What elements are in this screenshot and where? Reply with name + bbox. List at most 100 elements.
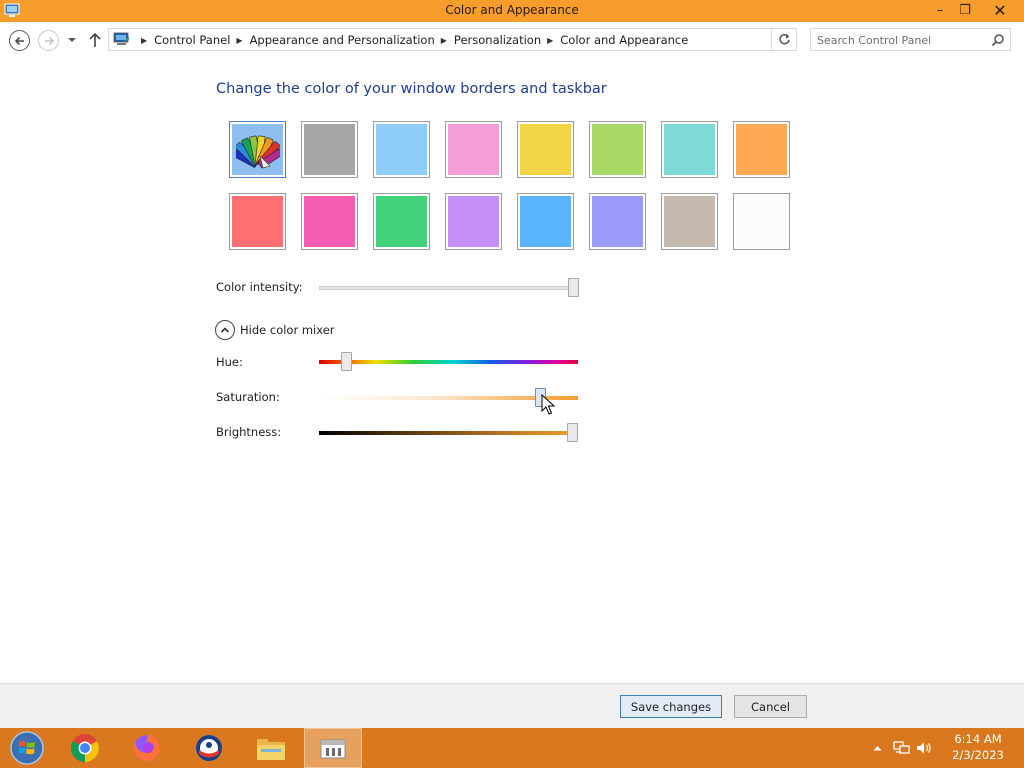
- color-swatch-fill: [448, 124, 499, 175]
- color-swatch-fill: [736, 124, 787, 175]
- hide-color-mixer-button[interactable]: Hide color mixer: [215, 320, 335, 340]
- saturation-label: Saturation:: [216, 390, 280, 404]
- color-swatch-fill: [232, 196, 283, 247]
- control-panel-icon: [113, 32, 129, 45]
- color-swatch-fill: [592, 124, 643, 175]
- color-swatch-periwinkle[interactable]: [589, 193, 646, 250]
- color-intensity-slider-thumb[interactable]: [568, 278, 579, 297]
- control-panel-icon: [320, 739, 346, 759]
- show-hidden-icons-button[interactable]: [870, 728, 884, 768]
- search-input[interactable]: [817, 32, 987, 48]
- refresh-icon: [778, 33, 790, 45]
- color-swatch-orange[interactable]: [733, 121, 790, 178]
- file-explorer-taskbar-button[interactable]: [242, 728, 300, 768]
- color-swatch-sky-blue[interactable]: [373, 121, 430, 178]
- clock-time: 6:14 AM: [954, 732, 1002, 746]
- back-arrow-icon: [14, 36, 24, 45]
- outlook-taskbar-button[interactable]: [180, 728, 238, 768]
- color-intensity-slider[interactable]: [319, 278, 579, 297]
- forward-button[interactable]: [38, 30, 59, 51]
- brightness-label: Brightness:: [216, 425, 282, 439]
- chrome-taskbar-button[interactable]: [56, 728, 114, 768]
- breadcrumb-separator-icon[interactable]: ▶: [236, 36, 242, 45]
- network-icon: [892, 741, 910, 754]
- color-swatch-fill: [520, 196, 571, 247]
- brightness-slider-thumb[interactable]: [567, 423, 578, 442]
- color-swatch-green[interactable]: [373, 193, 430, 250]
- cancel-button[interactable]: Cancel: [734, 695, 807, 718]
- network-tray-button[interactable]: [891, 728, 911, 768]
- color-swatch-fill: [664, 196, 715, 247]
- recent-locations-button[interactable]: [64, 32, 80, 48]
- breadcrumb-personalization[interactable]: Personalization: [454, 33, 541, 47]
- color-swatch-fill: [376, 196, 427, 247]
- breadcrumb: ▶ Control Panel ▶ Appearance and Persona…: [135, 32, 688, 48]
- color-swatch-fill: [592, 196, 643, 247]
- color-swatch-pink[interactable]: [445, 121, 502, 178]
- volume-icon: [917, 742, 931, 754]
- color-swatch-fill: [664, 124, 715, 175]
- chevron-down-icon: [68, 38, 76, 42]
- color-swatch-lime[interactable]: [589, 121, 646, 178]
- color-swatch-fill: [448, 196, 499, 247]
- breadcrumb-control-panel[interactable]: Control Panel: [154, 33, 230, 47]
- color-swatch-magenta[interactable]: [301, 193, 358, 250]
- color-swatch-yellow[interactable]: [517, 121, 574, 178]
- refresh-button[interactable]: [772, 28, 797, 51]
- outlook-icon: [196, 735, 222, 761]
- color-swatch-fill: [736, 196, 787, 247]
- dialog-footer: Save changes Cancel: [0, 683, 1024, 728]
- start-button[interactable]: [0, 728, 54, 768]
- forward-arrow-icon: [44, 36, 54, 45]
- breadcrumb-separator-icon[interactable]: ▶: [441, 36, 447, 45]
- color-swatch-automatic[interactable]: [229, 121, 286, 178]
- control-panel-taskbar-button[interactable]: [304, 728, 362, 768]
- address-bar[interactable]: ▶ Control Panel ▶ Appearance and Persona…: [108, 28, 871, 51]
- taskbar-clock[interactable]: 6:14 AM 2/3/2023: [935, 731, 1021, 763]
- back-button[interactable]: [9, 30, 30, 51]
- search-box[interactable]: [810, 28, 1011, 51]
- color-swatch-fill: [232, 124, 283, 175]
- minimize-button[interactable]: –: [927, 0, 953, 20]
- chevron-up-icon: [215, 320, 235, 340]
- breadcrumb-appearance-and-personalization[interactable]: Appearance and Personalization: [250, 33, 435, 47]
- breadcrumb-separator-icon[interactable]: ▶: [547, 36, 553, 45]
- brightness-slider[interactable]: [319, 423, 578, 442]
- color-swatch-fill: [520, 124, 571, 175]
- saturation-slider[interactable]: [319, 388, 578, 407]
- hide-color-mixer-label: Hide color mixer: [240, 323, 335, 337]
- mouse-cursor-icon: [541, 394, 555, 415]
- volume-tray-button[interactable]: [914, 728, 934, 768]
- up-button[interactable]: [86, 31, 104, 49]
- taskbar: 6:14 AM 2/3/2023: [0, 728, 1024, 768]
- color-swatch-taupe[interactable]: [661, 193, 718, 250]
- maximize-button[interactable]: ❐: [952, 0, 978, 20]
- color-swatch-fill: [304, 124, 355, 175]
- color-swatch-white[interactable]: [733, 193, 790, 250]
- color-swatch-red[interactable]: [229, 193, 286, 250]
- page-title: Change the color of your window borders …: [216, 81, 607, 97]
- title-bar: Color and Appearance – ❐ ✕: [0, 0, 1024, 22]
- window-title: Color and Appearance: [445, 3, 579, 17]
- clock-date: 2/3/2023: [952, 748, 1004, 762]
- color-swatch-fill: [304, 196, 355, 247]
- hue-slider[interactable]: [319, 352, 578, 371]
- color-swatch-teal[interactable]: [661, 121, 718, 178]
- color-intensity-label: Color intensity:: [216, 280, 303, 294]
- up-arrow-icon: [89, 32, 101, 47]
- search-icon[interactable]: [991, 33, 1005, 47]
- color-swatch-fill: [376, 124, 427, 175]
- color-swatch-gray[interactable]: [301, 121, 358, 178]
- chrome-icon: [71, 734, 99, 762]
- hue-label: Hue:: [216, 355, 243, 369]
- folder-icon: [257, 739, 285, 760]
- color-swatch-blue[interactable]: [517, 193, 574, 250]
- save-changes-button[interactable]: Save changes: [620, 695, 722, 718]
- hue-slider-thumb[interactable]: [341, 352, 352, 371]
- close-button[interactable]: ✕: [980, 0, 1020, 20]
- firefox-taskbar-button[interactable]: [118, 728, 176, 768]
- breadcrumb-color-and-appearance[interactable]: Color and Appearance: [560, 33, 688, 47]
- color-swatch-violet[interactable]: [445, 193, 502, 250]
- windows-logo-icon: [10, 731, 44, 765]
- navigation-bar: ▶ Control Panel ▶ Appearance and Persona…: [0, 22, 1024, 58]
